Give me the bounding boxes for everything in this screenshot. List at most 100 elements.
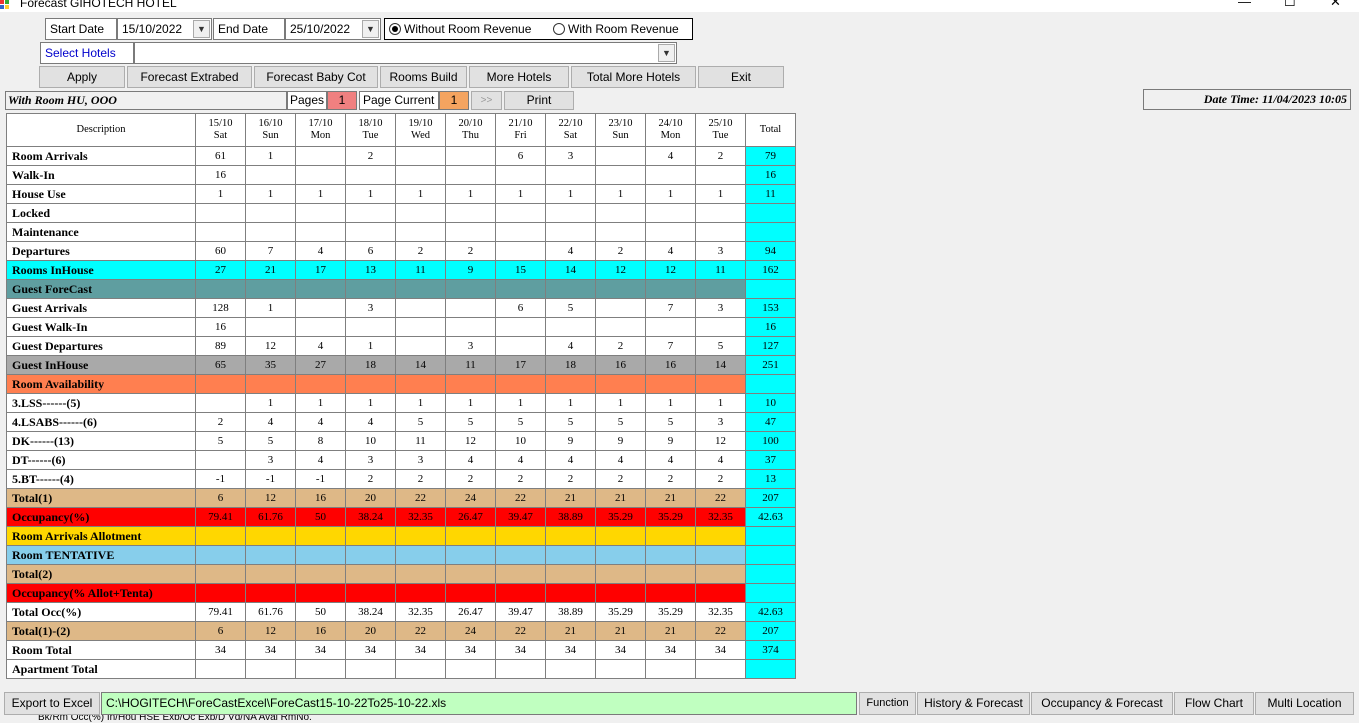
tab-function[interactable]: Function (859, 692, 916, 715)
table-cell (545, 526, 596, 546)
chevron-down-icon[interactable]: ▼ (362, 20, 379, 38)
table-cell (245, 222, 296, 242)
row-total: 207 (745, 621, 796, 641)
row-label: House Use (6, 184, 196, 204)
column-header: 24/10 Mon (645, 113, 696, 147)
table-cell (295, 564, 346, 584)
table-cell (595, 526, 646, 546)
table-row: Guest Arrivals 128 1 3 6 5 7 3 153 (6, 298, 796, 318)
datetime-label: Date Time: 11/04/2023 10:05 (1143, 89, 1351, 110)
end-date-label: End Date (213, 18, 285, 40)
table-cell (295, 146, 346, 166)
forecast-extrabed-button[interactable]: Forecast Extrabed (127, 66, 252, 88)
table-cell (295, 545, 346, 565)
table-row: 3.LSS------(5) 1 1 1 1 1 1 1 1 1 1 10 (6, 393, 796, 413)
table-cell (245, 545, 296, 565)
table-cell: 34 (395, 640, 446, 660)
table-cell (395, 374, 446, 394)
table-row: DK------(13) 5 5 8 10 11 12 10 9 9 9 12 100 (6, 431, 796, 451)
table-cell (295, 298, 346, 318)
row-label: Guest InHouse (6, 355, 196, 375)
row-total: 13 (745, 469, 796, 489)
tab-history-forecast[interactable]: History & Forecast (917, 692, 1030, 715)
table-row: House Use 1 1 1 1 1 1 1 1 1 1 1 11 (6, 184, 796, 204)
table-cell (595, 279, 646, 299)
row-total: 374 (745, 640, 796, 660)
table-cell: 34 (295, 640, 346, 660)
row-label: Guest Departures (6, 336, 196, 356)
table-cell (595, 374, 646, 394)
radio-with-room-revenue[interactable]: With Room Revenue (553, 22, 679, 36)
exit-button[interactable]: Exit (698, 66, 784, 88)
table-cell (345, 564, 396, 584)
table-cell (345, 222, 396, 242)
table-cell: 1 (395, 184, 446, 204)
more-hotels-button[interactable]: More Hotels (469, 66, 569, 88)
table-header-row: Description 15/10 Sat 16/10 Sun 17/10 Mon 18/10… (6, 113, 796, 147)
table-cell (345, 659, 396, 679)
row-total: 79 (745, 146, 796, 166)
table-cell: 24 (445, 621, 496, 641)
table-cell (445, 659, 496, 679)
table-cell: 26.47 (445, 602, 496, 622)
table-cell (345, 545, 396, 565)
table-cell: 1 (245, 298, 296, 318)
table-cell (495, 564, 546, 584)
table-cell: 5 (645, 412, 696, 432)
table-cell: 12 (245, 488, 296, 508)
row-total: 127 (745, 336, 796, 356)
table-cell: 21 (545, 621, 596, 641)
rooms-build-button[interactable]: Rooms Build (380, 66, 467, 88)
table-cell: 21 (645, 488, 696, 508)
maximize-icon[interactable]: ☐ (1284, 0, 1296, 9)
apply-button[interactable]: Apply (39, 66, 125, 88)
table-cell (645, 222, 696, 242)
radio-without-room-revenue[interactable]: Without Room Revenue (389, 22, 531, 36)
next-page-button[interactable]: >> (471, 91, 502, 110)
row-label: DT------(6) (6, 450, 196, 470)
print-button[interactable]: Print (504, 91, 574, 110)
window-title: Forecast GIHOTECH HOTEL (20, 0, 177, 10)
tab-flow-chart[interactable]: Flow Chart (1174, 692, 1254, 715)
row-label: Guest Arrivals (6, 298, 196, 318)
table-row: Departures 60 7 4 6 2 2 4 2 4 3 94 (6, 241, 796, 261)
chevron-down-icon[interactable]: ▼ (658, 44, 675, 62)
table-cell (345, 165, 396, 185)
table-cell: 1 (545, 184, 596, 204)
description-header: Description (6, 113, 196, 147)
tab-occupancy-forecast[interactable]: Occupancy & Forecast (1031, 692, 1173, 715)
close-icon[interactable]: ✕ (1330, 0, 1341, 9)
forecast-babycot-button[interactable]: Forecast Baby Cot (254, 66, 378, 88)
table-cell: 12 (695, 431, 746, 451)
table-cell: 50 (295, 602, 346, 622)
table-cell: 4 (245, 412, 296, 432)
total-more-hotels-button[interactable]: Total More Hotels (571, 66, 696, 88)
table-cell: 38.24 (345, 602, 396, 622)
table-cell (195, 545, 246, 565)
table-cell (595, 545, 646, 565)
start-date-value: 15/10/2022 (122, 22, 183, 36)
table-cell: 1 (345, 393, 396, 413)
table-cell: 16 (295, 488, 346, 508)
table-cell (545, 564, 596, 584)
table-cell: 9 (545, 431, 596, 451)
table-cell (245, 203, 296, 223)
table-cell (245, 564, 296, 584)
select-hotels-dropdown[interactable]: ▼ (134, 42, 677, 64)
chevron-down-icon[interactable]: ▼ (193, 20, 210, 38)
minimize-icon[interactable]: — (1238, 0, 1251, 9)
table-cell: 6 (345, 241, 396, 261)
column-day: Sat (213, 130, 228, 141)
start-date-picker[interactable]: 15/10/2022 ▼ (117, 18, 212, 40)
table-cell (545, 545, 596, 565)
table-cell: 1 (245, 393, 296, 413)
table-cell (495, 545, 546, 565)
forecast-table: Description 15/10 Sat 16/10 Sun 17/10 Mon 18/10… (6, 113, 796, 679)
end-date-picker[interactable]: 25/10/2022 ▼ (285, 18, 381, 40)
table-row: Apartment Total (6, 659, 796, 679)
table-row: Guest ForeCast (6, 279, 796, 299)
table-cell: 15 (495, 260, 546, 280)
table-cell: 16 (595, 355, 646, 375)
export-to-excel-button[interactable]: Export to Excel (4, 692, 100, 715)
tab-multi-location[interactable]: Multi Location (1255, 692, 1354, 715)
